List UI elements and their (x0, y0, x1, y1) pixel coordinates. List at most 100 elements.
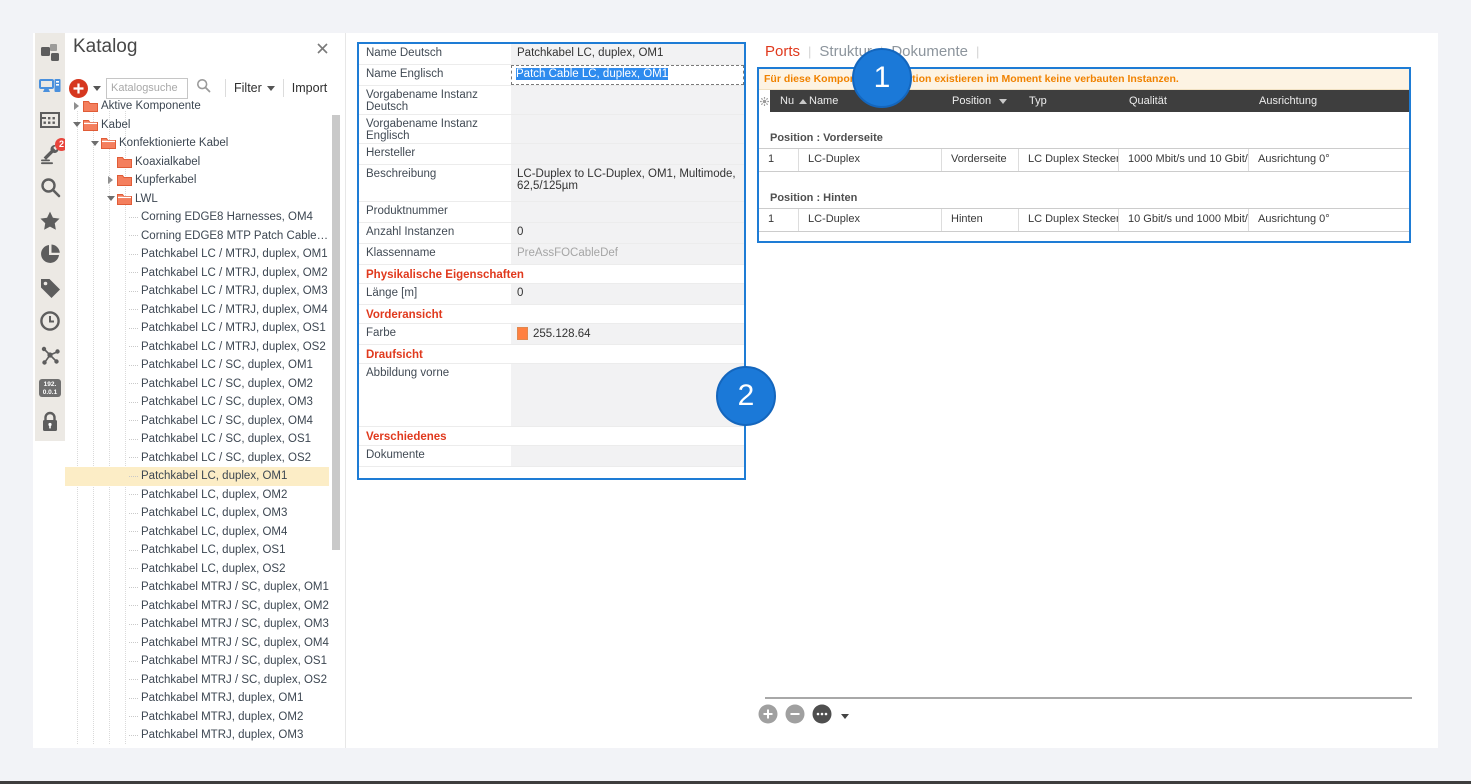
tree-expander-icon[interactable] (89, 138, 100, 148)
tree-item[interactable]: Patchkabel LC / MTRJ, duplex, OS2 (65, 338, 329, 357)
tree-leaf-dash (129, 661, 138, 662)
favorites-star-icon[interactable] (39, 210, 61, 232)
tree-item[interactable]: Koaxialkabel (65, 153, 329, 172)
tree-item[interactable]: Patchkabel LC / SC, duplex, OM2 (65, 375, 329, 394)
search-input[interactable] (106, 78, 188, 99)
tree-leaf-dash (129, 439, 138, 440)
column-filter-icon[interactable] (999, 99, 1007, 104)
tree-item[interactable]: Patchkabel LC / SC, duplex, OM1 (65, 356, 329, 375)
add-port-button[interactable] (758, 704, 778, 729)
floorplan-icon[interactable] (39, 109, 61, 131)
form-field-value[interactable]: LC-Duplex to LC-Duplex, OM1, Multimode, … (511, 165, 744, 201)
expand-section-icon[interactable] (366, 479, 377, 480)
tree-item[interactable]: Aktive Komponente (65, 97, 329, 116)
form-field-value[interactable]: Patchkabel LC, duplex, OM1 (511, 44, 744, 64)
table-cell: 1 (759, 149, 799, 171)
form-section-system[interactable]: System (359, 467, 744, 480)
form-field-value[interactable]: Patch Cable LC, duplex, OM1 (511, 65, 744, 85)
tree-item[interactable]: Patchkabel MTRJ, duplex, OM2 (65, 708, 329, 727)
tree-item[interactable]: Konfektionierte Kabel (65, 134, 329, 153)
ip-management-icon[interactable]: 192.0.0.1 (39, 377, 61, 399)
form-field-value[interactable] (511, 364, 744, 426)
form-row: Dokumente (359, 446, 744, 467)
tree-item[interactable]: Patchkabel LC / SC, duplex, OM3 (65, 393, 329, 412)
tree-item[interactable]: Patchkabel LC / MTRJ, duplex, OM1 (65, 245, 329, 264)
network-graph-icon[interactable] (39, 344, 61, 366)
tools-icon[interactable]: 2 (39, 143, 61, 165)
form-field-value[interactable]: 0 (511, 223, 744, 243)
tab-ports[interactable]: Ports (765, 43, 800, 60)
table-settings-gear-icon[interactable] (759, 90, 770, 112)
tree-item-label: Patchkabel LC, duplex, OM3 (141, 507, 287, 519)
form-field-value[interactable]: 255.128.64 (511, 324, 744, 344)
form-field-value[interactable]: PreAssFOCableDef (511, 244, 744, 264)
tree-item[interactable]: Patchkabel MTRJ, duplex, OM3 (65, 726, 329, 745)
form-section-label: Physikalische Eigenschaften (366, 269, 524, 281)
tree-item[interactable]: Patchkabel LC / SC, duplex, OM4 (65, 412, 329, 431)
tree-item[interactable]: Patchkabel LC, duplex, OS2 (65, 560, 329, 579)
tree-leaf-dash (129, 642, 138, 643)
tag-icon[interactable] (39, 277, 61, 299)
table-column-header[interactable]: Position (942, 95, 1019, 107)
form-field-value[interactable]: 0 (511, 284, 744, 304)
more-options-caret-icon[interactable] (841, 714, 849, 719)
tree-item[interactable]: Patchkabel MTRJ, duplex, OM1 (65, 689, 329, 708)
form-field-value[interactable] (511, 86, 744, 114)
tree-expander-icon[interactable] (105, 157, 116, 167)
table-column-header[interactable]: Nu (770, 95, 799, 107)
tree-expander-icon[interactable] (71, 120, 82, 130)
tree-expander-icon[interactable] (105, 194, 116, 204)
search-magnifier-icon[interactable] (196, 78, 211, 98)
table-column-header[interactable]: Qualität (1119, 95, 1249, 107)
tree-item[interactable]: Patchkabel LC, duplex, OS1 (65, 541, 329, 560)
pie-chart-icon[interactable] (39, 243, 61, 265)
tree-item[interactable]: Patchkabel LC / MTRJ, duplex, OM3 (65, 282, 329, 301)
tree-item[interactable]: Patchkabel MTRJ / SC, duplex, OS2 (65, 671, 329, 690)
table-row[interactable]: 1LC-DuplexVorderseiteLC Duplex Stecker10… (759, 148, 1409, 172)
add-dropdown-caret-icon[interactable] (93, 86, 101, 91)
form-field-value[interactable] (511, 144, 744, 164)
tree-item[interactable]: Patchkabel MTRJ / SC, duplex, OM2 (65, 597, 329, 616)
tree-item[interactable]: Patchkabel LC, duplex, OM1 (65, 467, 329, 486)
remove-port-button[interactable] (785, 704, 805, 729)
tree-item[interactable]: Patchkabel LC / SC, duplex, OS2 (65, 449, 329, 468)
tree-item[interactable]: Corning EDGE8 Harnesses, OM4 (65, 208, 329, 227)
tree-item[interactable]: Patchkabel MTRJ / SC, duplex, OM4 (65, 634, 329, 653)
search-icon[interactable] (39, 176, 61, 198)
table-column-header[interactable]: Typ (1019, 95, 1119, 107)
filter-button[interactable]: Filter (234, 81, 275, 95)
form-field-value[interactable] (511, 446, 744, 466)
tree-item[interactable]: Patchkabel LC / MTRJ, duplex, OM2 (65, 264, 329, 283)
close-icon[interactable] (317, 41, 328, 52)
table-row[interactable]: 1LC-DuplexHintenLC Duplex Stecker10 Gbit… (759, 208, 1409, 232)
tree-item[interactable]: Patchkabel MTRJ / SC, duplex, OM1 (65, 578, 329, 597)
tree-item[interactable]: Patchkabel MTRJ / SC, duplex, OM3 (65, 615, 329, 634)
topology-icon[interactable] (39, 42, 61, 64)
form-field-value[interactable] (511, 115, 744, 143)
add-button[interactable] (68, 78, 89, 99)
tree-item[interactable]: Patchkabel LC / SC, duplex, OS1 (65, 430, 329, 449)
tree-item[interactable]: Kupferkabel (65, 171, 329, 190)
tree-expander-icon[interactable] (71, 101, 82, 111)
tree-item[interactable]: Corning EDGE8 MTP Patch Cable, OM4 (65, 227, 329, 246)
folder-icon (83, 100, 98, 112)
tree-item-label: Patchkabel LC / SC, duplex, OM1 (141, 359, 313, 371)
tree-expander-icon[interactable] (105, 175, 116, 185)
tree-item[interactable]: Patchkabel LC, duplex, OM3 (65, 504, 329, 523)
tree-item[interactable]: Kabel (65, 116, 329, 135)
more-options-button[interactable] (812, 704, 832, 729)
tree-leaf-dash (129, 587, 138, 588)
tree-item[interactable]: Patchkabel LC, duplex, OM4 (65, 523, 329, 542)
history-clock-icon[interactable] (39, 310, 61, 332)
tree-item[interactable]: Patchkabel LC / MTRJ, duplex, OS1 (65, 319, 329, 338)
workstation-icon[interactable] (39, 76, 61, 98)
lock-icon[interactable] (39, 411, 61, 433)
form-field-value[interactable] (511, 202, 744, 222)
import-button[interactable]: Import (292, 81, 327, 95)
tree-item[interactable]: Patchkabel LC, duplex, OM2 (65, 486, 329, 505)
tree-item[interactable]: LWL (65, 190, 329, 209)
tree-item[interactable]: Patchkabel MTRJ / SC, duplex, OS1 (65, 652, 329, 671)
tree-item[interactable]: Patchkabel LC / MTRJ, duplex, OM4 (65, 301, 329, 320)
tree-scrollbar[interactable] (332, 115, 340, 550)
table-column-header[interactable]: Ausrichtung (1249, 95, 1409, 107)
